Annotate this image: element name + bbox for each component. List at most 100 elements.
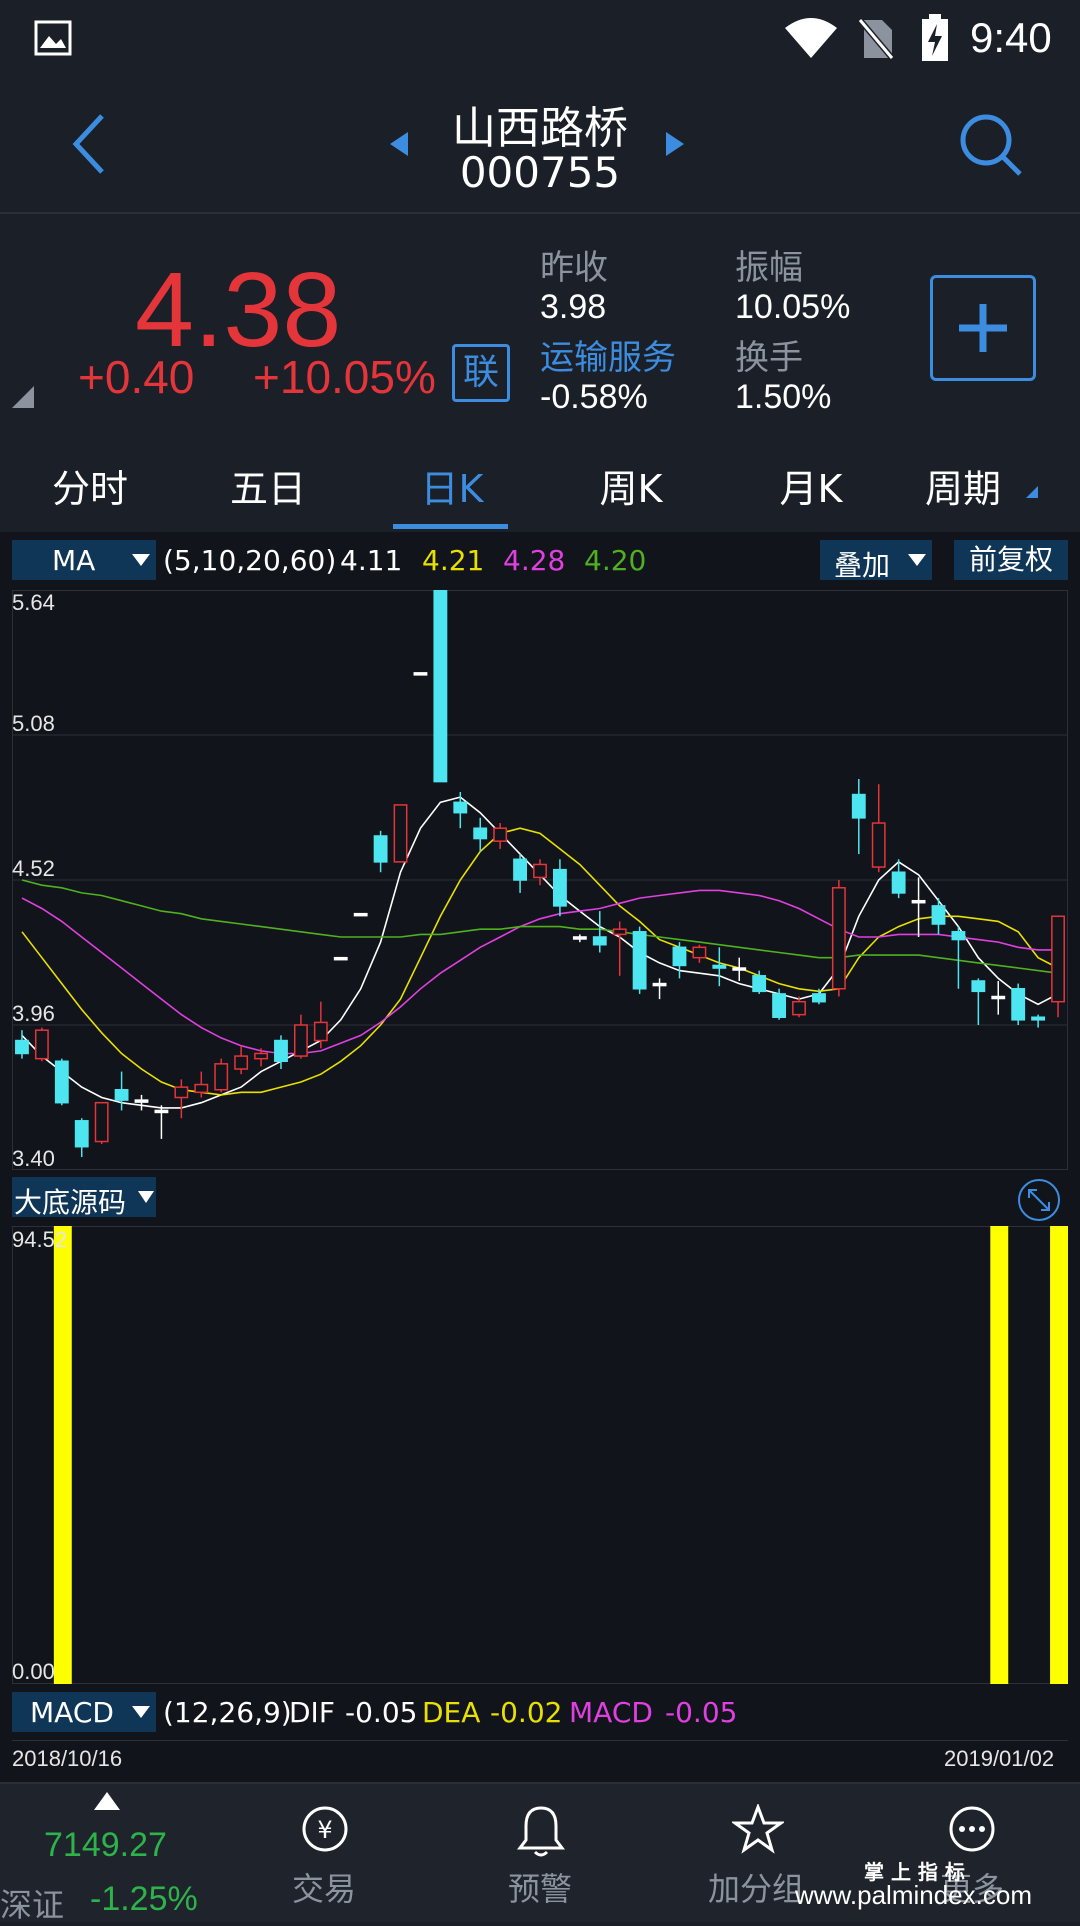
candle — [971, 978, 986, 1025]
candle — [792, 996, 806, 1018]
candle-body — [911, 899, 926, 904]
index-value[interactable]: 7149.27 — [44, 1826, 167, 1865]
signal-bar-3 — [1050, 1226, 1068, 1684]
period-dropdown-icon — [1026, 486, 1038, 498]
candle — [632, 926, 647, 994]
lian-badge[interactable]: 联 — [452, 344, 510, 402]
candle-body — [453, 801, 468, 814]
turnover-value: 1.50% — [735, 378, 832, 416]
expand-up-icon[interactable] — [94, 1792, 120, 1810]
candle — [94, 1101, 109, 1145]
wifi-icon — [785, 18, 837, 58]
candle — [473, 817, 488, 852]
ma-indicator-select[interactable]: MA — [12, 540, 156, 580]
candle-body — [254, 1052, 268, 1060]
candle-body — [1051, 915, 1065, 1003]
candle-body — [991, 995, 1006, 1000]
dif-label: DIF — [289, 1696, 335, 1729]
candle — [652, 978, 667, 1000]
sector-change: -0.58% — [540, 378, 648, 416]
next-stock-icon[interactable] — [664, 130, 686, 158]
chevron-down-icon — [138, 1191, 154, 1203]
tab-five-day[interactable]: 五日 — [193, 458, 343, 513]
candle — [54, 1058, 69, 1106]
candle — [831, 880, 846, 997]
tab-period[interactable]: 周期 — [903, 458, 1023, 513]
ma10-value: 4.21 — [422, 544, 485, 577]
macd-indicator-label: MACD — [30, 1696, 114, 1729]
nav-trade-label: 交易 — [291, 1870, 356, 1908]
candle — [991, 980, 1006, 1015]
divider — [12, 1740, 1068, 1741]
dea-value: -0.02 — [490, 1696, 563, 1729]
candle — [911, 877, 926, 937]
candle-body — [433, 590, 448, 783]
candle-body — [274, 1039, 288, 1062]
candle — [533, 859, 547, 886]
candle — [493, 823, 508, 849]
candle-body — [293, 1024, 308, 1057]
candle — [234, 1045, 249, 1075]
candle-body — [194, 1083, 209, 1094]
expand-icon[interactable] — [1017, 1178, 1061, 1222]
ma-indicator-label: MA — [52, 544, 96, 577]
svg-text:¥: ¥ — [317, 1816, 332, 1844]
candle — [373, 830, 388, 873]
macd-indicator-select[interactable]: MACD — [12, 1692, 156, 1732]
candle-body — [572, 936, 587, 940]
overlay-select[interactable]: 叠加 — [820, 540, 932, 582]
y-tick-3: 4.52 — [12, 856, 55, 881]
tab-daily-k[interactable]: 日K — [377, 458, 527, 513]
candle — [871, 784, 886, 873]
candle-body — [951, 931, 966, 941]
candle-body — [712, 964, 727, 969]
indicator-select[interactable]: 大底源码 — [12, 1177, 156, 1219]
tab-monthly-k[interactable]: 月K — [736, 458, 886, 513]
candle-body — [114, 1088, 129, 1101]
ma60-line — [21, 879, 1059, 974]
candle — [413, 672, 428, 676]
candle — [34, 1027, 49, 1062]
adjust-price-button[interactable]: 前复权 — [954, 540, 1068, 580]
search-icon[interactable] — [958, 112, 1024, 178]
candle — [931, 898, 946, 935]
turnover-label: 换手 — [735, 338, 803, 378]
candle — [592, 911, 607, 953]
nav-trade[interactable]: ¥ 交易 — [244, 1800, 404, 1920]
candle — [154, 1105, 169, 1139]
candlestick-chart[interactable] — [12, 590, 1068, 1170]
indicator-y-min: 0.00 — [12, 1659, 55, 1684]
more-icon — [949, 1806, 995, 1852]
candle-body — [792, 1000, 806, 1016]
candle-body — [174, 1086, 189, 1099]
candle — [114, 1071, 129, 1111]
overlay-label: 叠加 — [834, 549, 891, 582]
candle — [552, 859, 567, 917]
candle — [612, 921, 627, 976]
candle-body — [94, 1101, 109, 1143]
indicator-chart[interactable] — [12, 1226, 1068, 1684]
signal-bar-1 — [53, 1226, 72, 1684]
candle-body — [851, 793, 866, 819]
tab-weekly-k[interactable]: 周K — [556, 458, 706, 513]
nav-alert[interactable]: 预警 — [460, 1800, 620, 1920]
candle — [672, 942, 687, 979]
candle-body — [413, 672, 428, 676]
chevron-down-icon — [132, 1706, 150, 1718]
macd-params: (12,26,9) — [163, 1696, 292, 1729]
sector-link[interactable]: 运输服务 — [540, 330, 676, 379]
macd-label: MACD — [569, 1696, 653, 1729]
candle-body — [891, 871, 906, 894]
candle — [333, 956, 348, 961]
candle-body — [812, 993, 826, 1003]
ma5-line — [21, 796, 1059, 1109]
candle-body — [533, 863, 547, 879]
candle-body — [34, 1029, 49, 1060]
tab-intraday[interactable]: 分时 — [15, 458, 165, 513]
candle-body — [831, 887, 846, 990]
candle — [572, 934, 587, 943]
active-tab-indicator — [393, 524, 508, 529]
candle — [393, 804, 408, 863]
add-watchlist-button[interactable] — [930, 275, 1036, 381]
back-icon[interactable] — [70, 112, 110, 176]
